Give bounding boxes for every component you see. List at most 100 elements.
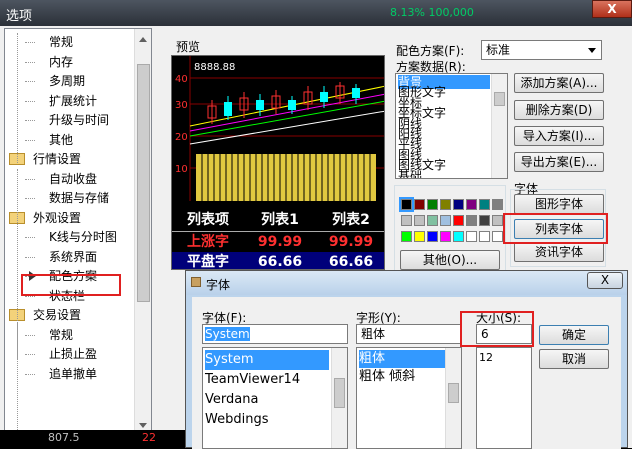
preview-chart: 40 30 20 10 8888.88 <box>175 56 384 201</box>
font-ok-button[interactable]: 确定 <box>539 325 609 345</box>
scroll-thumb[interactable] <box>334 378 345 408</box>
tree-item-label: 自动收盘 <box>49 171 98 186</box>
window-close-button[interactable]: X <box>592 0 632 18</box>
color-swatch[interactable] <box>440 199 451 210</box>
ma-line-white <box>189 110 384 145</box>
style-list-item[interactable]: 粗体 <box>359 350 445 368</box>
font-cancel-button[interactable]: 取消 <box>539 349 609 369</box>
tree-item[interactable]: 升级与时间 <box>25 111 109 129</box>
scheme-select-value: 标准 <box>486 43 511 57</box>
font-style-list-scrollbar[interactable] <box>445 348 461 448</box>
color-swatch[interactable] <box>453 215 464 226</box>
tree-connector <box>25 178 35 180</box>
tree-connector <box>25 354 35 355</box>
color-swatch[interactable] <box>479 215 490 226</box>
font-list-item[interactable]: Webdings <box>205 410 329 430</box>
scheme-select[interactable]: 标准 <box>481 40 602 60</box>
color-swatch[interactable] <box>479 231 490 242</box>
font-size-list[interactable]: 12 <box>476 347 532 449</box>
preview-header-cell: 列表2 <box>332 212 370 228</box>
size-list-item[interactable]: 12 <box>479 350 493 366</box>
tree-item[interactable]: 追单撤单 <box>25 365 97 383</box>
background-quote-strip: 807.5 22 <box>0 430 185 448</box>
tree-item[interactable]: 常规 <box>25 33 73 51</box>
tree-connector <box>25 81 35 82</box>
tree-item[interactable]: 多周期 <box>25 72 85 90</box>
tree-item[interactable]: 止损止盈 <box>25 345 97 363</box>
color-swatch[interactable] <box>427 215 438 226</box>
color-swatch[interactable] <box>401 215 412 226</box>
import-scheme-button[interactable]: 导入方案(I)... <box>514 126 604 146</box>
scheme-list-scrollbar[interactable] <box>491 74 507 178</box>
tree-item-label: 行情设置 <box>33 152 82 166</box>
color-swatch[interactable] <box>479 199 490 210</box>
font-list-item[interactable]: System <box>205 350 329 370</box>
scroll-thumb[interactable] <box>448 383 459 403</box>
font-name-input[interactable]: System <box>202 324 348 344</box>
tree-connector <box>25 373 35 375</box>
scroll-up-arrow-icon[interactable] <box>139 37 147 42</box>
color-swatch[interactable] <box>466 231 477 242</box>
export-scheme-button[interactable]: 导出方案(E)... <box>514 152 604 172</box>
highlight-box <box>503 213 608 244</box>
color-swatch[interactable] <box>427 199 438 210</box>
scheme-label: 配色方案(F): <box>396 44 465 58</box>
tree-connector <box>25 198 35 199</box>
other-color-button[interactable]: 其他(O)... <box>400 250 500 270</box>
color-swatch[interactable] <box>414 231 425 242</box>
tree-item[interactable]: 常规 <box>25 326 73 344</box>
tree-item[interactable]: 自动收盘 <box>25 170 98 188</box>
font-list-item[interactable]: Verdana <box>205 390 329 410</box>
add-scheme-button[interactable]: 添加方案(A)... <box>514 73 604 93</box>
scroll-down-arrow-icon[interactable] <box>139 423 147 428</box>
tree-scrollbar[interactable] <box>134 29 151 435</box>
tree-item-label: 数据与存储 <box>49 191 110 205</box>
graph-font-button[interactable]: 图形字体 <box>514 194 604 214</box>
color-swatch[interactable] <box>492 199 503 210</box>
color-swatch[interactable] <box>466 199 477 210</box>
tree-connector <box>25 334 35 336</box>
color-swatch[interactable] <box>453 199 464 210</box>
tree-item[interactable]: 数据与存储 <box>25 189 110 207</box>
color-swatch[interactable] <box>440 231 451 242</box>
color-swatch[interactable] <box>492 231 503 242</box>
info-font-button[interactable]: 资讯字体 <box>514 242 604 262</box>
color-swatch[interactable] <box>414 199 425 210</box>
scroll-thumb[interactable] <box>137 64 150 302</box>
color-swatch[interactable] <box>401 231 412 242</box>
tree-item[interactable]: 扩展统计 <box>25 92 98 110</box>
tree-item[interactable]: 行情设置 <box>9 150 81 168</box>
scheme-data-item[interactable]: 基础 <box>398 169 490 178</box>
tree-item-label: K线与分时图 <box>49 230 117 244</box>
color-swatch[interactable] <box>440 215 451 226</box>
tree-item[interactable]: 交易设置 <box>9 306 81 324</box>
font-list-scrollbar[interactable] <box>331 348 347 448</box>
color-swatch[interactable] <box>427 231 438 242</box>
font-dialog-icon <box>191 277 201 287</box>
highlight-box <box>21 274 121 296</box>
color-swatch[interactable] <box>466 215 477 226</box>
tree-item[interactable]: 内存 <box>25 53 73 71</box>
preview-cell: 99.99 <box>257 234 303 250</box>
font-name-list[interactable]: System TeamViewer14 Verdana Webdings <box>202 347 348 449</box>
tree-item-label: 扩展统计 <box>49 93 98 108</box>
font-list-item[interactable]: TeamViewer14 <box>205 370 329 390</box>
color-swatch[interactable] <box>492 215 503 226</box>
tree-item[interactable]: 外观设置 <box>9 209 81 227</box>
tree-item[interactable]: K线与分时图 <box>25 228 117 246</box>
tree-connector <box>25 61 35 63</box>
color-swatch[interactable] <box>414 215 425 226</box>
background-value-right: 22 <box>142 431 156 444</box>
scroll-thumb[interactable] <box>494 92 505 106</box>
tree-item[interactable]: 系统界面 <box>25 248 97 266</box>
settings-tree[interactable]: 常规 内存 多周期 扩展统计 升级与时间 其他 行情设置 自动收盘 数据与存储 外观设置 K线与分时… <box>4 28 152 436</box>
color-swatch[interactable] <box>399 197 414 212</box>
preview-panel: 40 30 20 10 8888.88 列表项 列表1 列表2 上涨字 99.9… <box>171 55 385 270</box>
font-dialog-close-button[interactable]: X <box>587 272 623 289</box>
delete-scheme-button[interactable]: 删除方案(D) <box>514 100 604 120</box>
color-swatch[interactable] <box>453 231 464 242</box>
style-list-item[interactable]: 粗体 倾斜 <box>359 368 445 386</box>
font-dialog-titlebar: 字体 X <box>186 271 627 295</box>
font-style-input[interactable]: 粗体 <box>356 324 462 344</box>
tree-item[interactable]: 其他 <box>25 131 73 149</box>
